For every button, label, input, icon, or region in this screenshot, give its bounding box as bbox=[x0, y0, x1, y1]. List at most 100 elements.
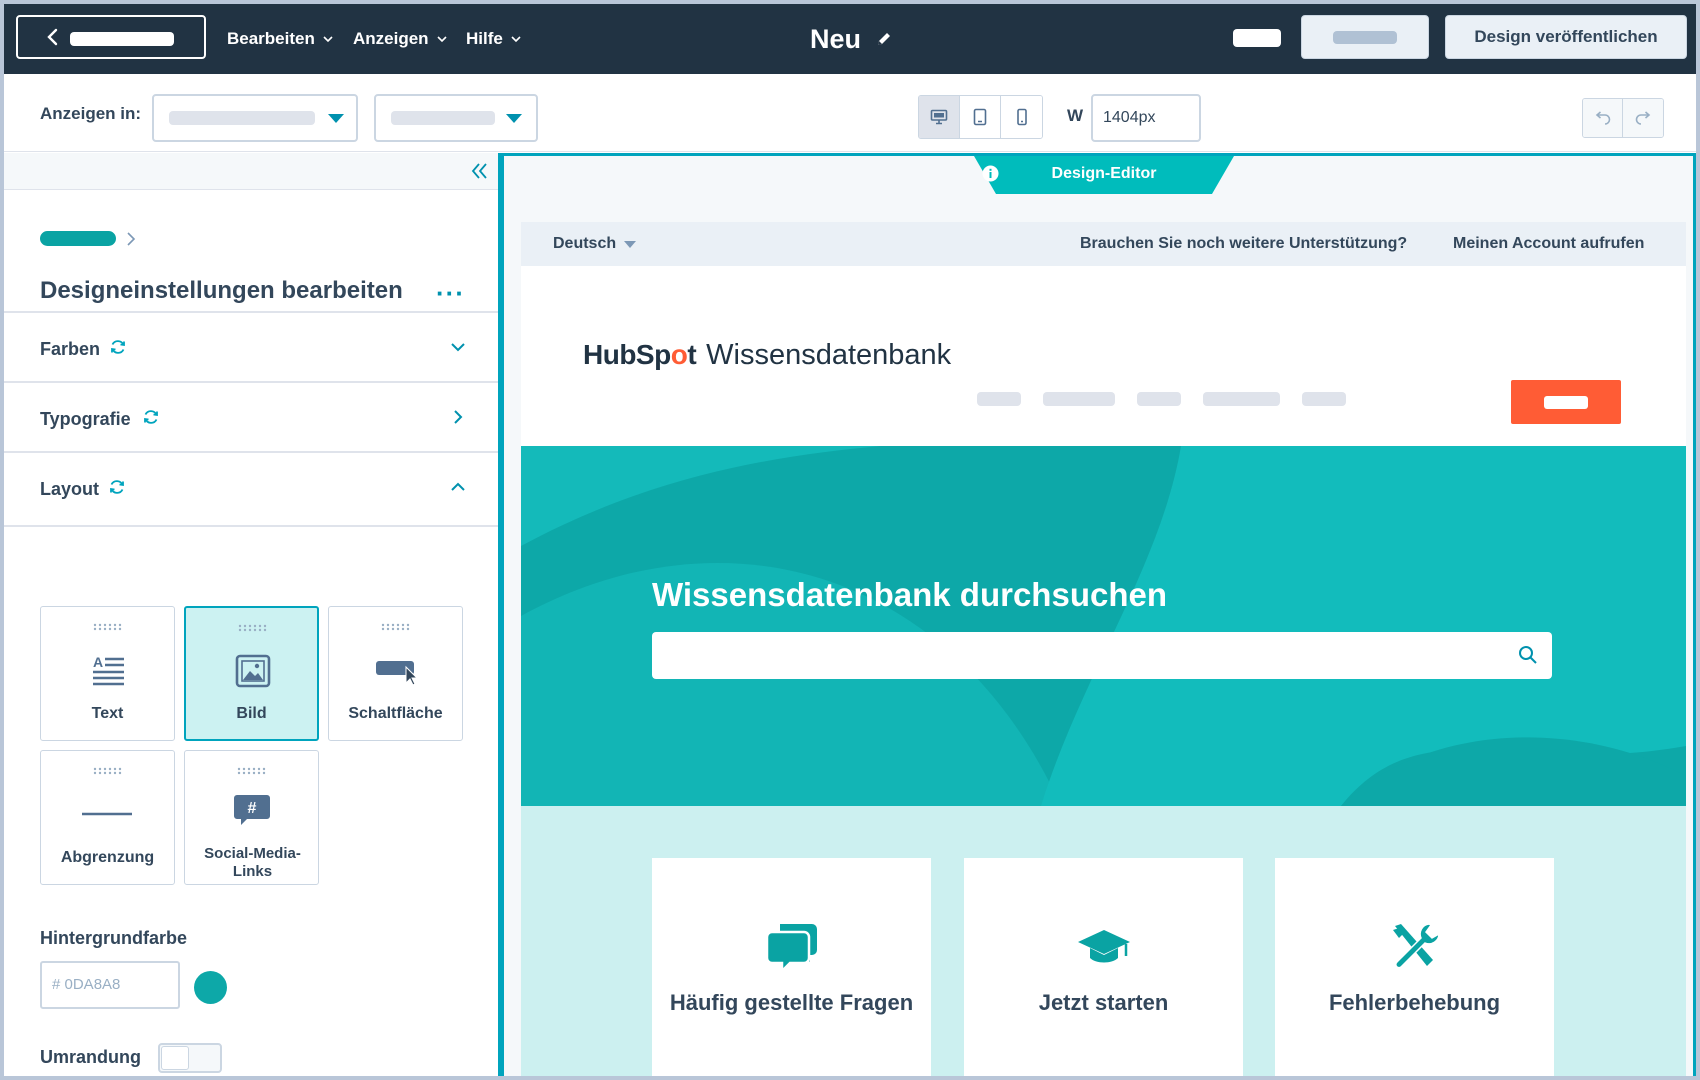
border-label: Umrandung bbox=[40, 1047, 141, 1067]
pencil-icon[interactable] bbox=[875, 30, 893, 48]
category-card-faq[interactable]: Häufig gestellte Fragen bbox=[652, 858, 931, 1076]
nav-link-placeholder[interactable] bbox=[1137, 392, 1181, 406]
page-title: Neu bbox=[810, 23, 862, 54]
select-value-placeholder bbox=[169, 111, 315, 125]
hero-wave-background bbox=[521, 446, 1686, 806]
section-typografie-label: Typografie bbox=[40, 409, 131, 429]
top-action-placeholder[interactable] bbox=[1233, 29, 1281, 47]
nav-link-placeholder[interactable] bbox=[977, 392, 1021, 406]
more-options-button[interactable]: ··· bbox=[436, 278, 465, 309]
caret-down-icon bbox=[328, 114, 344, 123]
language-switcher[interactable]: Deutsch bbox=[553, 235, 637, 253]
section-typografie[interactable]: Typografie bbox=[4, 381, 498, 457]
view-select-secondary[interactable] bbox=[374, 94, 538, 142]
sync-icon bbox=[144, 410, 158, 424]
publish-button[interactable]: Design veröffentlichen bbox=[1445, 15, 1687, 59]
drag-handle-icon bbox=[381, 623, 410, 631]
width-input[interactable] bbox=[1091, 94, 1201, 142]
chat-bubbles-icon bbox=[765, 924, 817, 972]
tablet-view-button[interactable] bbox=[960, 96, 1001, 138]
menu-anzeigen[interactable]: Anzeigen bbox=[353, 4, 447, 74]
view-in-label: Anzeigen in: bbox=[40, 104, 142, 123]
tools-icon bbox=[1393, 923, 1440, 969]
redo-icon bbox=[1635, 111, 1651, 125]
history-controls bbox=[1582, 98, 1664, 138]
breadcrumb-placeholder[interactable] bbox=[40, 231, 116, 246]
menu-hilfe[interactable]: Hilfe bbox=[466, 4, 521, 74]
website-preview: Deutsch Brauchen Sie noch weitere Unters… bbox=[521, 222, 1686, 1076]
svg-text:#: # bbox=[248, 800, 257, 817]
nav-link-placeholder[interactable] bbox=[1043, 392, 1115, 406]
hashtag-icon: # bbox=[234, 795, 270, 825]
back-button[interactable] bbox=[16, 15, 206, 59]
back-button-label-placeholder bbox=[70, 32, 174, 46]
account-link[interactable]: Meinen Account aufrufen bbox=[1453, 235, 1644, 253]
undo-button[interactable] bbox=[1583, 99, 1623, 137]
svg-text:A: A bbox=[93, 654, 103, 670]
design-editor-label: Design-Editor bbox=[974, 165, 1234, 183]
caret-down-icon bbox=[506, 114, 522, 123]
view-toolbar: Anzeigen in: W bbox=[4, 74, 1696, 152]
chevron-down-icon bbox=[451, 343, 465, 352]
double-chevron-left-icon[interactable] bbox=[470, 161, 490, 181]
module-tile-divider[interactable]: Abgrenzung bbox=[40, 750, 175, 885]
color-swatch[interactable] bbox=[194, 971, 227, 1004]
panel-collapse-strip bbox=[4, 153, 498, 190]
desktop-view-button[interactable] bbox=[919, 96, 960, 138]
menu-bearbeiten[interactable]: Bearbeiten bbox=[227, 4, 333, 74]
undo-icon bbox=[1595, 111, 1610, 125]
section-farben-label: Farben bbox=[40, 339, 101, 359]
utility-nav: Deutsch Brauchen Sie noch weitere Unters… bbox=[521, 222, 1686, 266]
cta-label-placeholder bbox=[1544, 396, 1588, 409]
chevron-left-icon bbox=[47, 28, 58, 46]
menu-anzeigen-label: Anzeigen bbox=[353, 29, 429, 48]
chevron-right-icon bbox=[454, 410, 463, 424]
sync-icon bbox=[110, 480, 124, 494]
category-card-title: Fehlerbehebung bbox=[1328, 990, 1501, 1015]
section-farben[interactable]: Farben bbox=[4, 311, 498, 387]
category-card-troubleshooting[interactable]: Fehlerbehebung bbox=[1275, 858, 1554, 1076]
module-tile-social-links[interactable]: # Social-Media-Links bbox=[184, 750, 319, 885]
category-card-getting-started[interactable]: Jetzt starten bbox=[964, 858, 1243, 1076]
panel-title: Designeinstellungen bearbeiten bbox=[40, 277, 403, 304]
section-layout-label: Layout bbox=[40, 479, 100, 499]
design-settings-panel: Designeinstellungen bearbeiten ··· Farbe… bbox=[4, 153, 501, 1076]
mobile-view-button[interactable] bbox=[1001, 96, 1042, 138]
background-color-input[interactable]: # 0DA8A8 bbox=[40, 961, 180, 1009]
design-editor-label-text: Design-Editor bbox=[1051, 165, 1157, 182]
category-card-title: Häufig gestellte Fragen bbox=[669, 990, 914, 1015]
nav-link-placeholder[interactable] bbox=[1302, 392, 1346, 406]
border-toggle[interactable] bbox=[158, 1043, 222, 1073]
image-icon bbox=[235, 654, 271, 688]
secondary-action-button[interactable] bbox=[1301, 15, 1429, 59]
menu-bearbeiten-label: Bearbeiten bbox=[227, 29, 315, 48]
search-hero: Wissensdatenbank durchsuchen bbox=[521, 446, 1686, 806]
module-tile-label: Abgrenzung bbox=[60, 849, 155, 866]
view-select-primary[interactable] bbox=[152, 94, 358, 142]
graduation-cap-icon bbox=[1078, 930, 1130, 963]
header-cta-button[interactable] bbox=[1511, 380, 1621, 424]
nav-link-placeholder[interactable] bbox=[1203, 392, 1280, 406]
category-cards: Häufig gestellte Fragen Jetzt starten Fe… bbox=[521, 806, 1686, 1076]
redo-button[interactable] bbox=[1623, 99, 1663, 137]
site-logo[interactable]: HubSpot Wissensdatenbank bbox=[583, 339, 951, 372]
mobile-icon bbox=[1016, 108, 1027, 126]
module-tile-label: Bild bbox=[236, 705, 267, 722]
module-tile-button[interactable]: Schaltfläche bbox=[328, 606, 463, 741]
module-tile-label: Text bbox=[91, 705, 124, 722]
logo-product-name: Wissensdatenbank bbox=[706, 339, 952, 371]
knowledge-base-search-input[interactable] bbox=[652, 632, 1552, 679]
drag-handle-icon bbox=[93, 623, 122, 631]
module-tile-text[interactable]: A Text bbox=[40, 606, 175, 741]
logo-part: HubSp bbox=[583, 339, 671, 370]
section-layout[interactable]: Layout bbox=[4, 451, 498, 527]
search-icon bbox=[1519, 646, 1537, 664]
chevron-up-icon bbox=[451, 482, 465, 491]
module-tile-label: Social-Media-Links bbox=[204, 845, 301, 880]
module-tile-image[interactable]: Bild bbox=[184, 606, 319, 741]
info-icon[interactable] bbox=[982, 165, 999, 182]
width-label: W bbox=[1067, 106, 1084, 125]
app-window: Bearbeiten Anzeigen Hilfe Neu Design ver… bbox=[4, 4, 1696, 1076]
help-link[interactable]: Brauchen Sie noch weitere Unterstützung? bbox=[1080, 235, 1407, 253]
page-title-group: Neu bbox=[810, 4, 893, 74]
